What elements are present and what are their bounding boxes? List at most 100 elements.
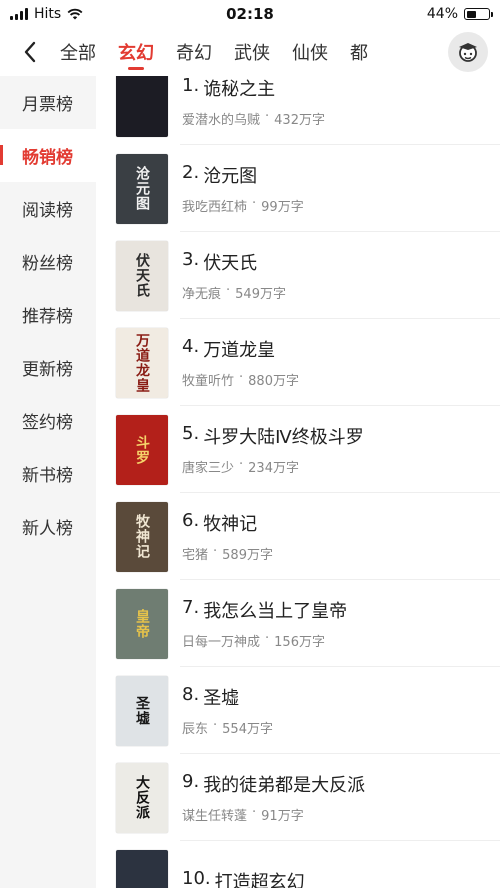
book-info: 1. 诡秘之主 爱潜水的乌贼 · 432万字	[182, 76, 325, 128]
book-info: 7. 我怎么当上了皇帝日每一万神成 · 156万字	[182, 597, 347, 650]
sidebar-item-0[interactable]: 月票榜	[0, 76, 96, 129]
tab-4[interactable]: 仙侠	[292, 28, 328, 76]
book-author: 我吃西红柿	[182, 200, 248, 215]
book-cover: 沧元图	[116, 153, 168, 224]
book-info: 4. 万道龙皇牧童听竹 · 880万字	[182, 336, 299, 389]
book-rank: 9.	[182, 771, 200, 792]
tab-2[interactable]: 奇幻	[176, 28, 212, 76]
status-bar: Hits 02:18 44%	[0, 0, 500, 28]
book-row[interactable]: 牧神记 6. 牧神记 宅猪 · 589万字	[96, 493, 500, 580]
book-title: 诡秘之主	[203, 79, 276, 100]
sidebar-item-7[interactable]: 新书榜	[0, 447, 96, 500]
book-title-line: 3. 伏天氏	[182, 249, 286, 275]
meta-separator: ·	[226, 283, 231, 298]
book-title: 伏天氏	[203, 253, 258, 274]
tab-1[interactable]: 玄幻	[118, 28, 154, 76]
wifi-icon	[67, 8, 83, 20]
book-row[interactable]: 万道龙皇 4. 万道龙皇牧童听竹 · 880万字	[96, 319, 500, 406]
book-word-count: 589万字	[222, 548, 273, 563]
book-title-line: 5. 斗罗大陆Ⅳ终极斗罗	[182, 423, 364, 449]
book-rank: 3.	[182, 249, 200, 270]
book-meta: 宅猪 · 589万字	[182, 544, 273, 563]
tab-3[interactable]: 武侠	[234, 28, 270, 76]
book-title: 我的徒弟都是大反派	[203, 775, 366, 796]
meta-separator: ·	[265, 109, 270, 124]
book-list: 1. 诡秘之主 爱潜水的乌贼 · 432万字 沧元图 2. 沧元图 我吃西红柿 · 99万字 伏天氏 3…	[96, 76, 500, 888]
book-word-count: 554万字	[222, 722, 273, 737]
book-title: 我怎么当上了皇帝	[203, 601, 348, 622]
sidebar-item-4[interactable]: 推荐榜	[0, 288, 96, 341]
book-title-line: 10. 打造超玄幻	[182, 868, 305, 888]
tab-5[interactable]: 都	[350, 28, 368, 76]
book-cover: 皇帝	[116, 588, 168, 659]
book-meta: 日每一万神成 · 156万字	[182, 631, 347, 650]
sidebar-item-6[interactable]: 签约榜	[0, 394, 96, 447]
book-cover-text: 大反派	[134, 775, 150, 820]
book-author: 谋生任转蓬	[182, 809, 248, 824]
book-title-line: 6. 牧神记	[182, 510, 273, 536]
ranking-sidebar: 月票榜 畅销榜 阅读榜 粉丝榜 推荐榜 更新榜 签约榜 新书榜 新人榜	[0, 76, 96, 888]
book-row[interactable]: 皇帝 7. 我怎么当上了皇帝日每一万神成 · 156万字	[96, 580, 500, 667]
meta-separator: ·	[252, 805, 257, 820]
avatar-button[interactable]	[448, 32, 488, 72]
book-word-count: 880万字	[248, 374, 299, 389]
book-row[interactable]: 圣墟 8. 圣墟 辰东 · 554万字	[96, 667, 500, 754]
book-row[interactable]: 伏天氏 3. 伏天氏 净无痕 · 549万字	[96, 232, 500, 319]
book-row[interactable]: 1. 诡秘之主 爱潜水的乌贼 · 432万字	[96, 76, 500, 145]
book-author: 日每一万神成	[182, 635, 261, 650]
book-row[interactable]: 大反派 9. 我的徒弟都是大反派谋生任转蓬 · 91万字	[96, 754, 500, 841]
book-cover-text: 沧元图	[134, 166, 150, 211]
meta-separator: ·	[239, 457, 244, 472]
book-cover-text: 斗罗	[134, 434, 150, 465]
book-title: 牧神记	[203, 514, 258, 535]
book-cover-text: 万道龙皇	[134, 332, 150, 393]
chevron-left-icon	[24, 41, 36, 63]
back-button[interactable]	[0, 28, 60, 76]
book-cover: 大反派	[116, 762, 168, 833]
book-cover: 万道龙皇	[116, 327, 168, 398]
book-rank: 6.	[182, 510, 200, 531]
signal-icon	[10, 8, 28, 20]
sidebar-item-8[interactable]: 新人榜	[0, 500, 96, 553]
book-cover-text: 圣墟	[134, 695, 150, 726]
sidebar-item-1[interactable]: 畅销榜	[0, 129, 96, 182]
book-row[interactable]: 斗罗 5. 斗罗大陆Ⅳ终极斗罗 唐家三少 · 234万字	[96, 406, 500, 493]
book-info: 8. 圣墟 辰东 · 554万字	[182, 684, 273, 737]
book-meta: 辰东 · 554万字	[182, 718, 273, 737]
user-avatar-icon	[459, 43, 477, 62]
book-word-count: 91万字	[261, 809, 304, 824]
book-cover: 牧神记	[116, 501, 168, 572]
book-info: 2. 沧元图 我吃西红柿 · 99万字	[182, 162, 304, 215]
book-rank: 7.	[182, 597, 200, 618]
sidebar-item-2[interactable]: 阅读榜	[0, 182, 96, 235]
book-title: 沧元图	[203, 166, 258, 187]
book-word-count: 156万字	[274, 635, 325, 650]
book-title-line: 9. 我的徒弟都是大反派	[182, 771, 365, 797]
sidebar-item-5[interactable]: 更新榜	[0, 341, 96, 394]
book-row[interactable]: 沧元图 2. 沧元图 我吃西红柿 · 99万字	[96, 145, 500, 232]
battery-percent: 44%	[426, 6, 458, 22]
book-meta: 爱潜水的乌贼 · 432万字	[182, 109, 325, 128]
book-rank: 4.	[182, 336, 200, 357]
book-title-line: 4. 万道龙皇	[182, 336, 299, 362]
book-info: 3. 伏天氏 净无痕 · 549万字	[182, 249, 286, 302]
book-author: 牧童听竹	[182, 374, 235, 389]
book-cover	[116, 849, 168, 888]
tab-0[interactable]: 全部	[60, 28, 96, 76]
book-rank: 10.	[182, 867, 211, 888]
sidebar-item-3[interactable]: 粉丝榜	[0, 235, 96, 288]
book-title-line: 7. 我怎么当上了皇帝	[182, 597, 347, 623]
book-info: 10. 打造超玄幻	[182, 868, 305, 888]
book-list-inner: 1. 诡秘之主 爱潜水的乌贼 · 432万字 沧元图 2. 沧元图 我吃西红柿 · 99万字 伏天氏 3…	[96, 76, 500, 888]
category-tabs: 全部 玄幻 奇幻 武侠 仙侠都	[60, 28, 440, 76]
book-row[interactable]: 10. 打造超玄幻	[96, 841, 500, 888]
book-rank: 8.	[182, 684, 200, 705]
book-info: 9. 我的徒弟都是大反派谋生任转蓬 · 91万字	[182, 771, 365, 824]
book-cover: 圣墟	[116, 675, 168, 746]
book-meta: 牧童听竹 · 880万字	[182, 370, 299, 389]
status-right: 44%	[426, 6, 493, 22]
book-author: 爱潜水的乌贼	[182, 113, 261, 128]
book-cover-text: 牧神记	[134, 514, 150, 559]
book-title-line: 2. 沧元图	[182, 162, 304, 188]
book-word-count: 234万字	[248, 461, 299, 476]
